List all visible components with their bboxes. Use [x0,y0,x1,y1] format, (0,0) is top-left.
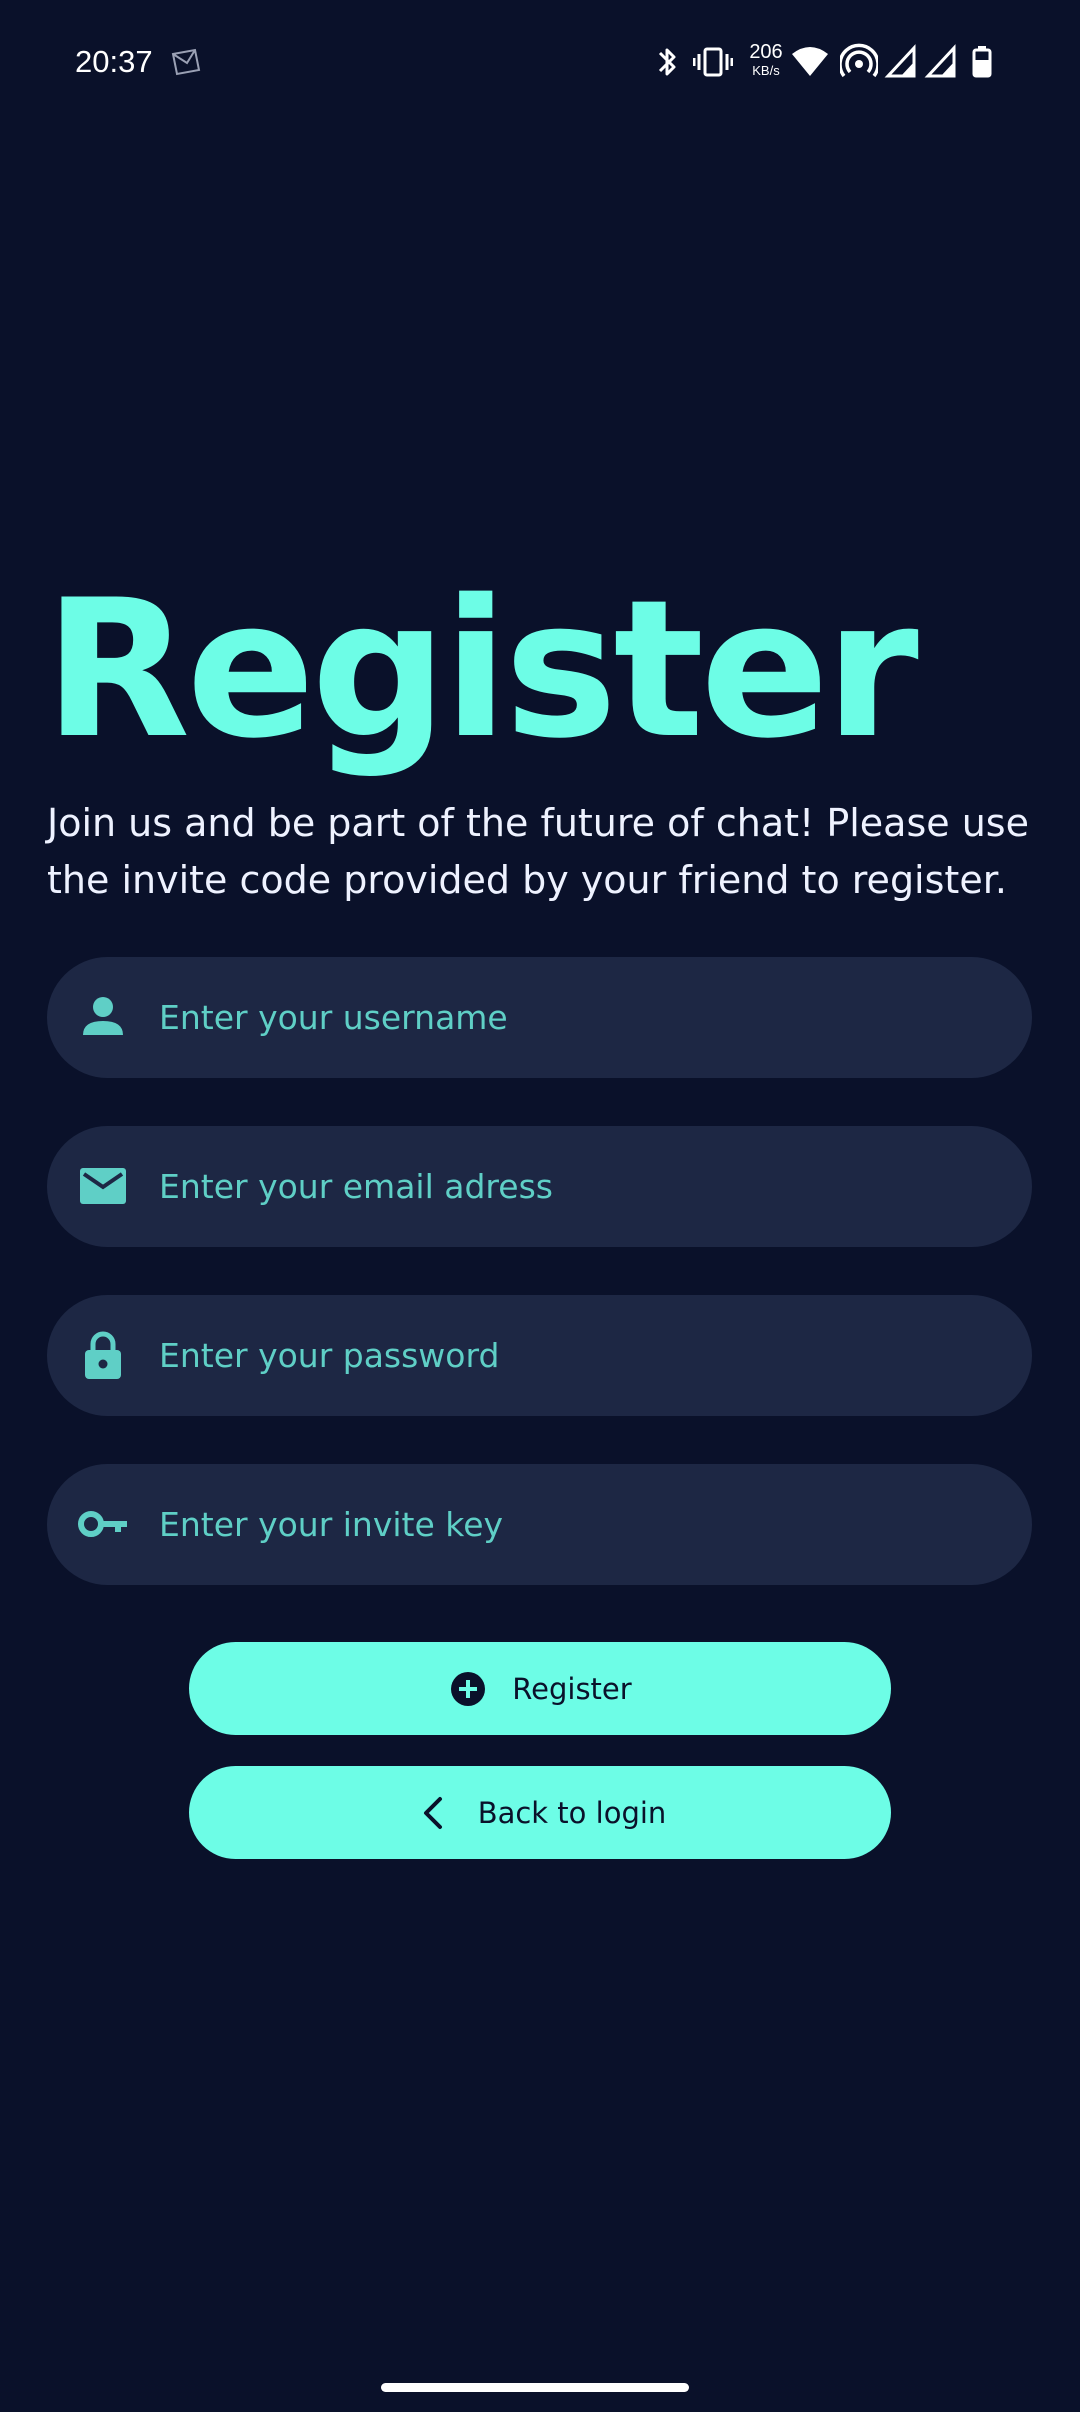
page-title: Register [44,559,919,780]
mail-icon [171,48,201,76]
invite-key-input[interactable] [159,1464,999,1585]
wifi-icon [792,47,828,76]
invite-key-field[interactable] [47,1464,1032,1585]
network-speed-value: 206 [749,41,783,63]
password-field[interactable] [47,1295,1032,1416]
chevron-left-icon [423,1796,442,1829]
add-circle-icon [451,1671,486,1706]
username-field[interactable] [47,957,1032,1078]
vibrate-icon [693,47,733,77]
network-speed-unit: KB/s [752,63,780,78]
status-time: 20:37 [75,44,153,79]
password-input[interactable] [159,1295,999,1416]
battery-icon [972,46,992,78]
status-bar: 20:37 206 KB/s [0,0,1080,125]
key-icon [78,1511,127,1537]
back-to-login-button[interactable]: Back to login [189,1766,891,1859]
mail-icon [80,1168,126,1204]
username-input[interactable] [159,957,999,1078]
lock-icon [85,1331,121,1379]
email-field[interactable] [47,1126,1032,1247]
person-icon [83,997,123,1035]
hotspot-icon [840,43,878,78]
bluetooth-icon [658,48,676,76]
signal-icon [924,44,956,78]
back-to-login-label: Back to login [477,1795,667,1830]
signal-icon [884,44,916,78]
network-speed: 206 KB/s [744,42,788,77]
register-button-label: Register [512,1671,632,1706]
register-button[interactable]: Register [189,1642,891,1735]
email-input[interactable] [159,1126,999,1247]
page-description: Join us and be part of the future of cha… [47,801,1029,902]
home-indicator[interactable] [381,2383,689,2392]
